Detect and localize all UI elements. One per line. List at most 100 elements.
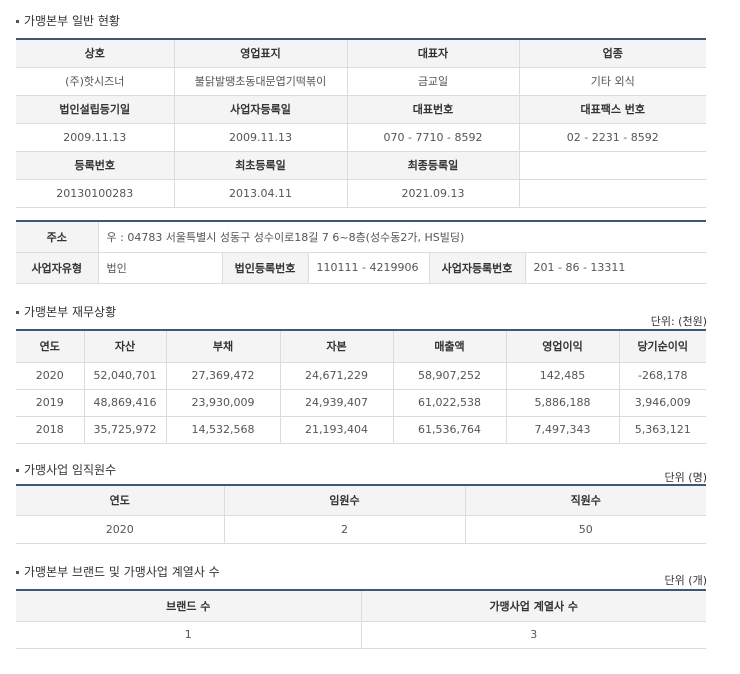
table-row: 사업자유형 법인 법인등록번호 110111 - 4219906 사업자등록번호… bbox=[16, 252, 706, 284]
cell: 2018 bbox=[16, 416, 85, 444]
table-row: 법인설립등기일 사업자등록일 대표번호 대표팩스 번호 bbox=[16, 95, 706, 124]
header-cell: 당기순이익 bbox=[619, 330, 706, 363]
business-type-label: 사업자유형 bbox=[16, 252, 99, 284]
last-registration-date: 2021.09.13 bbox=[347, 179, 520, 208]
header-cell: 영업이익 bbox=[506, 330, 620, 363]
header-cell: 매출액 bbox=[393, 330, 507, 363]
empty-cell bbox=[519, 179, 706, 208]
header-cell: 대표번호 bbox=[347, 95, 520, 124]
header-cell: 연도 bbox=[16, 485, 225, 516]
table-header-row: 연도 임원수 직원수 bbox=[16, 485, 706, 516]
section-title-general: 가맹본부 일반 현황 bbox=[16, 12, 120, 29]
business-number-value: 201 - 86 - 13311 bbox=[525, 252, 706, 284]
cell: 142,485 bbox=[506, 362, 620, 390]
header-cell: 대표자 bbox=[347, 39, 520, 68]
cell: 1 bbox=[16, 621, 362, 649]
cell: 58,907,252 bbox=[393, 362, 507, 390]
table-row: 등록번호 최초등록일 최종등록일 bbox=[16, 151, 706, 180]
brand-name: 불닭발땡초동대문엽기떡볶이 bbox=[174, 67, 348, 96]
main-phone: 070 - 7710 - 8592 bbox=[347, 123, 520, 152]
address-table: 주소 우 : 04783 서울특별시 성동구 성수이로18길 7 6~8층(성수… bbox=[16, 220, 706, 284]
general-info-table: 상호 영업표지 대표자 업종 (주)핫시즈너 불닭발땡초동대문엽기떡볶이 금교일… bbox=[16, 38, 706, 208]
cell: 2019 bbox=[16, 389, 85, 417]
industry: 기타 외식 bbox=[519, 67, 706, 96]
header-cell: 영업표지 bbox=[174, 39, 348, 68]
cell: 2 bbox=[224, 515, 466, 544]
brands-table: 브랜드 수 가맹사업 계열사 수 1 3 bbox=[16, 589, 706, 649]
registration-number: 20130100283 bbox=[16, 179, 175, 208]
incorporation-date: 2009.11.13 bbox=[16, 123, 175, 152]
cell: 35,725,972 bbox=[84, 416, 167, 444]
cell: -268,178 bbox=[619, 362, 706, 390]
header-cell: 직원수 bbox=[465, 485, 706, 516]
header-cell: 법인설립등기일 bbox=[16, 95, 175, 124]
cell: 3 bbox=[361, 621, 706, 649]
table-row: 상호 영업표지 대표자 업종 bbox=[16, 39, 706, 68]
cell: 5,363,121 bbox=[619, 416, 706, 444]
cell: 23,930,009 bbox=[166, 389, 281, 417]
section-title-staff: 가맹사업 임직원수 bbox=[16, 461, 116, 478]
cell: 24,939,407 bbox=[280, 389, 394, 417]
table-row: 1 3 bbox=[16, 621, 706, 649]
finance-unit: 단위: (천원) bbox=[650, 315, 707, 328]
bullet-icon bbox=[16, 20, 19, 23]
header-cell: 최초등록일 bbox=[174, 151, 348, 180]
bullet-icon bbox=[16, 571, 19, 574]
table-row: 주소 우 : 04783 서울특별시 성동구 성수이로18길 7 6~8층(성수… bbox=[16, 221, 706, 253]
address-value: 우 : 04783 서울특별시 성동구 성수이로18길 7 6~8층(성수동2가… bbox=[98, 221, 706, 253]
cell: 7,497,343 bbox=[506, 416, 620, 444]
table-row: 20130100283 2013.04.11 2021.09.13 bbox=[16, 179, 706, 208]
staff-unit: 단위 (명) bbox=[664, 471, 707, 484]
cell: 14,532,568 bbox=[166, 416, 281, 444]
table-row: 2020 52,040,701 27,369,472 24,671,229 58… bbox=[16, 362, 706, 390]
table-header-row: 브랜드 수 가맹사업 계열사 수 bbox=[16, 590, 706, 622]
cell: 52,040,701 bbox=[84, 362, 167, 390]
bullet-icon bbox=[16, 469, 19, 472]
header-cell: 자산 bbox=[84, 330, 167, 363]
corporate-number-label: 법인등록번호 bbox=[222, 252, 309, 284]
cell: 21,193,404 bbox=[280, 416, 394, 444]
table-header-row: 연도 자산 부채 자본 매출액 영업이익 당기순이익 bbox=[16, 330, 706, 363]
bullet-icon bbox=[16, 311, 19, 314]
header-cell: 자본 bbox=[280, 330, 394, 363]
cell: 24,671,229 bbox=[280, 362, 394, 390]
header-cell: 사업자등록일 bbox=[174, 95, 348, 124]
table-row: 2020 2 50 bbox=[16, 515, 706, 544]
cell: 61,022,538 bbox=[393, 389, 507, 417]
header-cell: 등록번호 bbox=[16, 151, 175, 180]
business-type-value: 법인 bbox=[98, 252, 223, 284]
header-cell: 가맹사업 계열사 수 bbox=[361, 590, 706, 622]
company-name: (주)핫시즈너 bbox=[16, 67, 175, 96]
brands-unit: 단위 (개) bbox=[664, 574, 707, 587]
table-row: 2018 35,725,972 14,532,568 21,193,404 61… bbox=[16, 416, 706, 444]
table-row: 2009.11.13 2009.11.13 070 - 7710 - 8592 … bbox=[16, 123, 706, 152]
franchise-info-page: 가맹본부 일반 현황 상호 영업표지 대표자 업종 (주)핫시즈너 불닭발땡초동… bbox=[0, 0, 740, 674]
main-fax: 02 - 2231 - 8592 bbox=[519, 123, 706, 152]
header-cell: 대표팩스 번호 bbox=[519, 95, 706, 124]
header-cell: 업종 bbox=[519, 39, 706, 68]
header-cell: 연도 bbox=[16, 330, 85, 363]
table-row: (주)핫시즈너 불닭발땡초동대문엽기떡볶이 금교일 기타 외식 bbox=[16, 67, 706, 96]
header-cell: 브랜드 수 bbox=[16, 590, 362, 622]
table-row: 2019 48,869,416 23,930,009 24,939,407 61… bbox=[16, 389, 706, 417]
business-registration-date: 2009.11.13 bbox=[174, 123, 348, 152]
staff-table: 연도 임원수 직원수 2020 2 50 bbox=[16, 484, 706, 544]
header-cell: 부채 bbox=[166, 330, 281, 363]
representative: 금교일 bbox=[347, 67, 520, 96]
header-cell: 상호 bbox=[16, 39, 175, 68]
first-registration-date: 2013.04.11 bbox=[174, 179, 348, 208]
section-title-finance: 가맹본부 재무상황 bbox=[16, 303, 116, 320]
cell: 2020 bbox=[16, 515, 225, 544]
corporate-number-value: 110111 - 4219906 bbox=[308, 252, 430, 284]
section-title-brands: 가맹본부 브랜드 및 가맹사업 계열사 수 bbox=[16, 563, 220, 580]
cell: 3,946,009 bbox=[619, 389, 706, 417]
empty-cell bbox=[519, 151, 706, 180]
cell: 61,536,764 bbox=[393, 416, 507, 444]
cell: 50 bbox=[465, 515, 706, 544]
cell: 27,369,472 bbox=[166, 362, 281, 390]
finance-table: 연도 자산 부채 자본 매출액 영업이익 당기순이익 2020 52,040,7… bbox=[16, 329, 706, 444]
cell: 5,886,188 bbox=[506, 389, 620, 417]
cell: 48,869,416 bbox=[84, 389, 167, 417]
header-cell: 최종등록일 bbox=[347, 151, 520, 180]
header-cell: 임원수 bbox=[224, 485, 466, 516]
